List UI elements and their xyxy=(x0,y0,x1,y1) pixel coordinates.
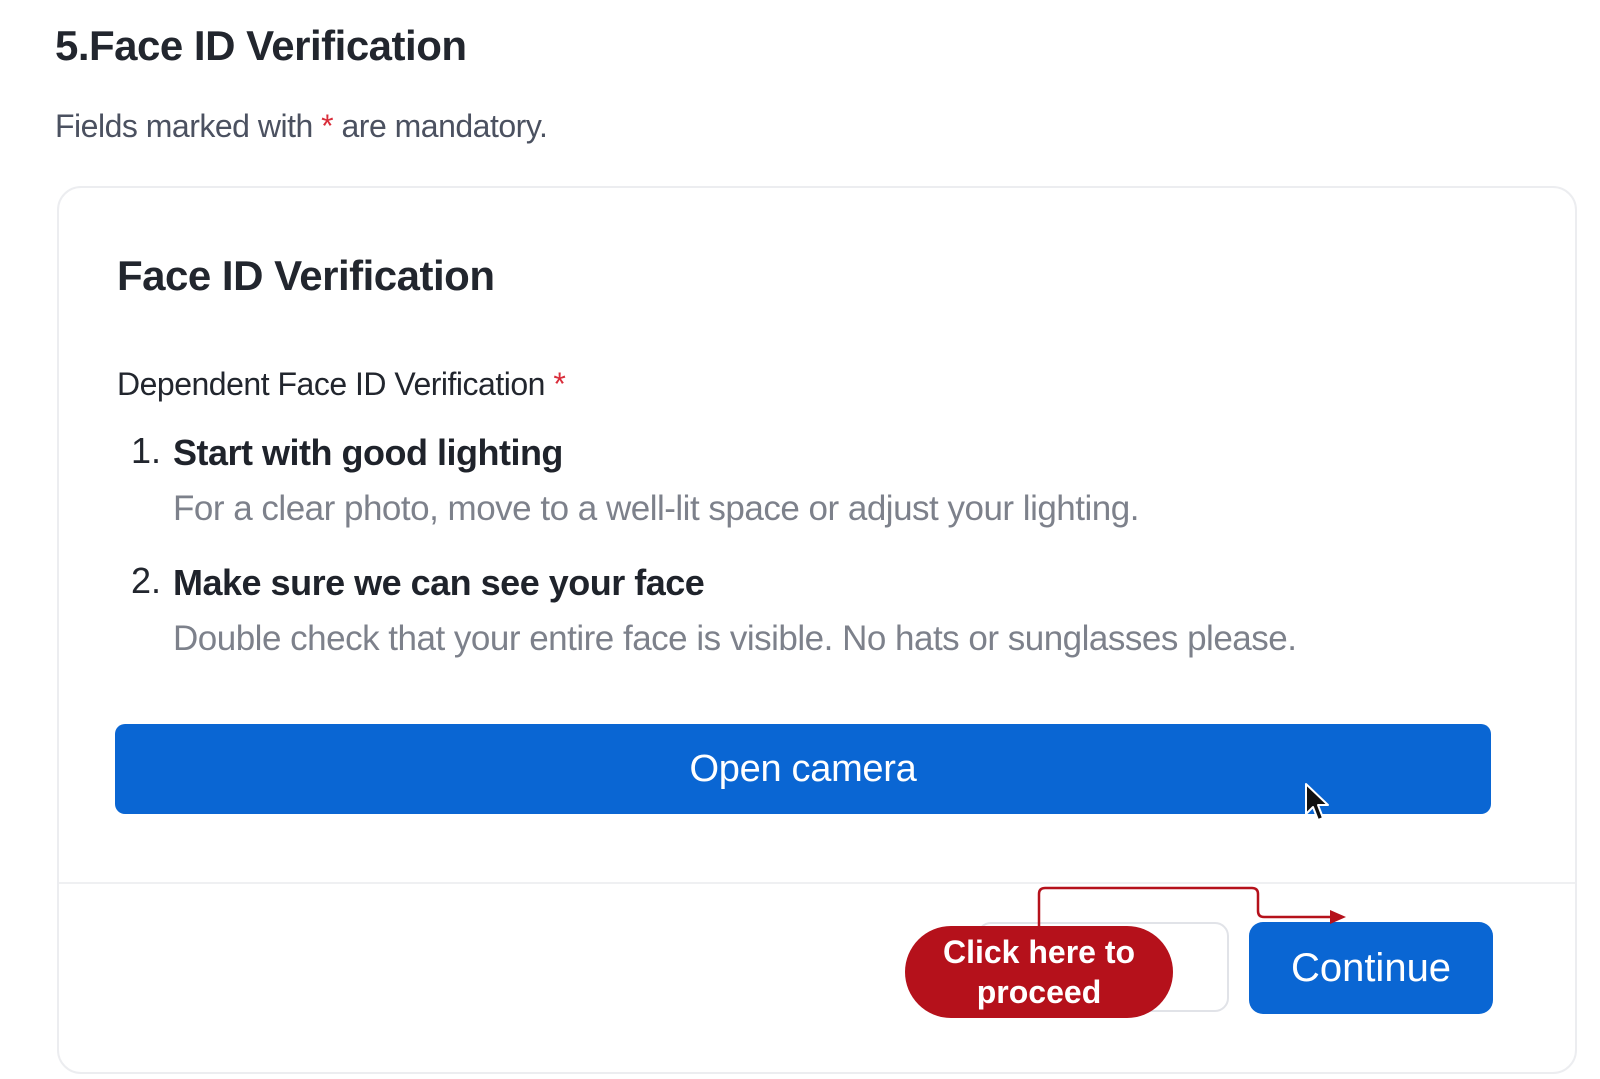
field-label: Dependent Face ID Verification * xyxy=(117,366,566,403)
open-camera-button[interactable]: Open camera xyxy=(115,724,1491,814)
mandatory-note-suffix: are mandatory. xyxy=(333,108,548,144)
step-number: 1. xyxy=(131,430,162,471)
mandatory-note: Fields marked with * are mandatory. xyxy=(55,108,548,145)
step-description: Double check that your entire face is vi… xyxy=(173,619,1297,658)
step-description: For a clear photo, move to a well-lit sp… xyxy=(173,489,1139,528)
callout-label: Click here to proceed xyxy=(905,926,1173,1018)
instruction-step: 2. Make sure we can see your face Double… xyxy=(131,560,1511,664)
field-label-text: Dependent Face ID Verification xyxy=(117,366,545,402)
card-title: Face ID Verification xyxy=(117,252,495,299)
field-required-star: * xyxy=(553,366,566,402)
step-number: 2. xyxy=(131,560,162,601)
mandatory-note-prefix: Fields marked with xyxy=(55,108,322,144)
instruction-list: 1. Start with good lighting For a clear … xyxy=(131,430,1511,690)
section-title: 5.Face ID Verification xyxy=(55,22,467,69)
step-title: Make sure we can see your face xyxy=(173,562,705,603)
mouse-pointer-icon xyxy=(1305,783,1329,821)
face-id-page: 5.Face ID Verification Fields marked wit… xyxy=(0,0,1600,1079)
step-title: Start with good lighting xyxy=(173,432,563,473)
instruction-step: 1. Start with good lighting For a clear … xyxy=(131,430,1511,534)
face-id-card: Face ID Verification Dependent Face ID V… xyxy=(57,186,1577,1074)
required-star: * xyxy=(321,108,334,144)
